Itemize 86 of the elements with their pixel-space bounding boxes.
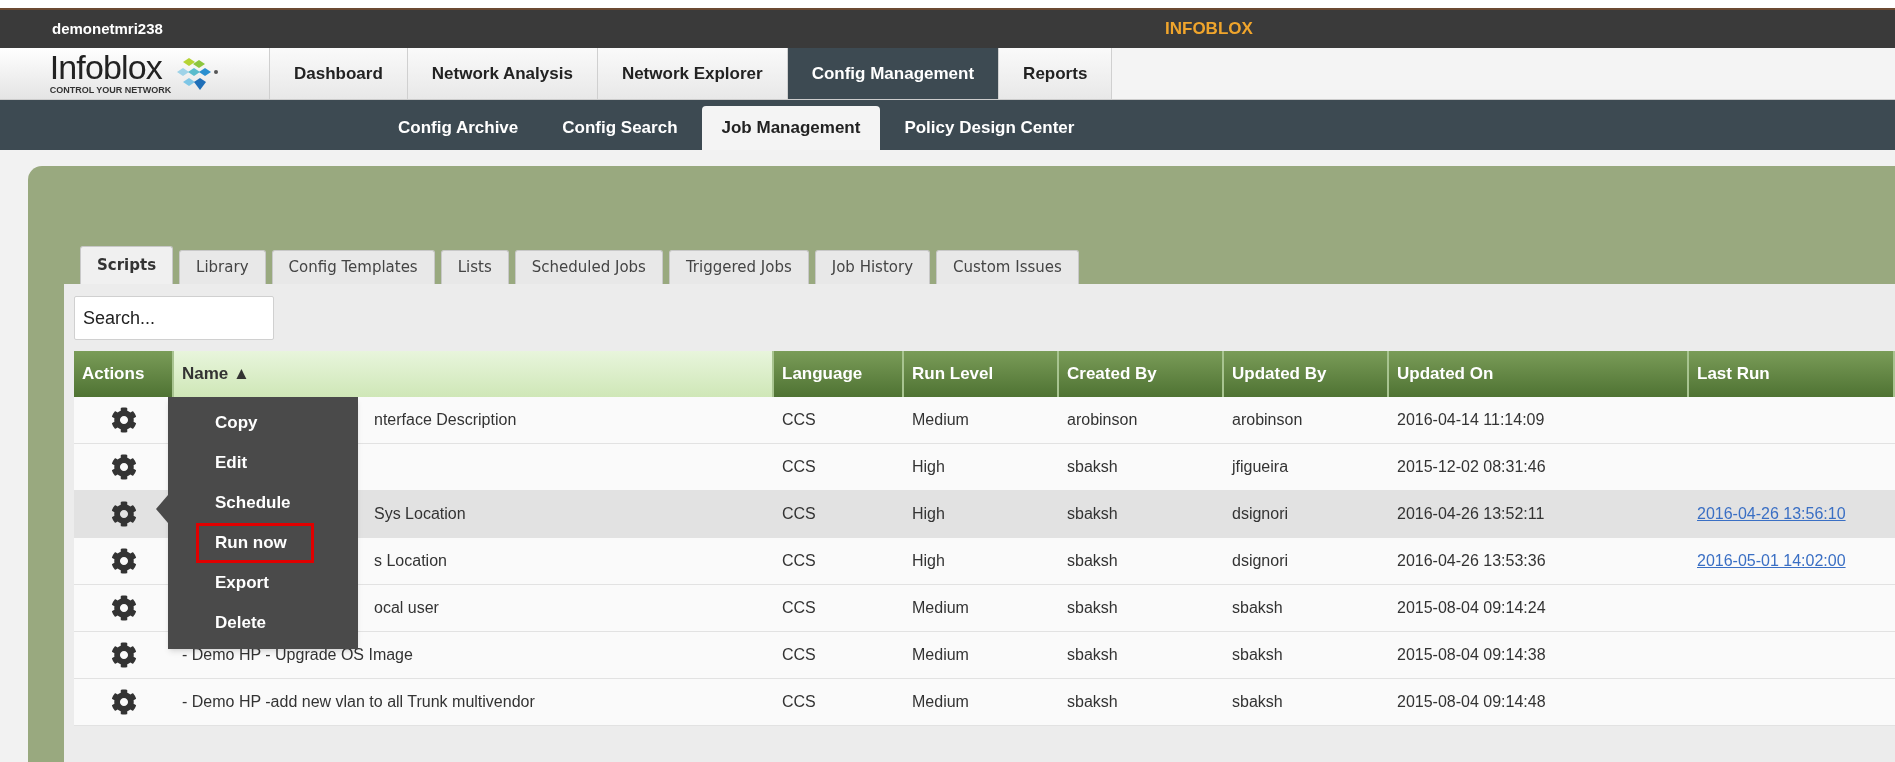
column-header[interactable]: Updated By [1224, 351, 1389, 397]
gear-icon[interactable] [111, 595, 137, 621]
table-cell: 2015-08-04 09:14:48 [1397, 693, 1546, 710]
table-cell: 2016-04-26 13:53:36 [1397, 552, 1546, 569]
gear-icon[interactable] [111, 548, 137, 574]
app-title: INFOBLOX [1165, 18, 1253, 41]
search-field[interactable]: Search... [74, 296, 274, 340]
tab[interactable]: Lists [440, 250, 509, 284]
main-nav-tab[interactable]: Reports [999, 48, 1113, 99]
table-cell: 2015-12-02 08:31:46 [1397, 458, 1546, 475]
name-cell-text: ocal user [373, 598, 440, 618]
table-cell: 2016-04-26 13:52:11 [1397, 505, 1545, 522]
table-cell: CCS [782, 411, 816, 428]
table-cell: CCS [782, 552, 816, 569]
table-cell: CCS [782, 599, 816, 616]
table-cell: 2015-08-04 09:14:24 [1397, 599, 1546, 616]
name-cell-text: nterface Description [373, 410, 518, 430]
last-run-link[interactable]: 2016-04-26 13:56:10 [1697, 505, 1846, 522]
table-cell: CCS [782, 693, 816, 710]
column-header[interactable]: Updated On [1389, 351, 1689, 397]
table-cell: Medium [912, 599, 969, 616]
table-cell: dsignori [1232, 552, 1289, 569]
table-cell: Medium [912, 411, 969, 428]
column-header[interactable]: Name ▲ [174, 351, 774, 397]
table-cell: arobinson [1232, 411, 1303, 428]
last-run-link[interactable]: 2016-05-01 14:02:00 [1697, 552, 1846, 569]
main-nav-tab[interactable]: Network Analysis [407, 48, 598, 99]
table-cell: sbaksh [1232, 693, 1283, 710]
main-nav-tab[interactable]: Config Management [787, 48, 1000, 99]
main-nav-tab[interactable]: Dashboard [270, 48, 408, 99]
hostname: demonetmri238 [52, 18, 163, 39]
table-cell: arobinson [1067, 411, 1138, 428]
table-cell: CCS [782, 646, 816, 663]
table-cell: High [912, 552, 945, 569]
logo-tagline: CONTROL YOUR NETWORK [49, 83, 172, 97]
tab[interactable]: Job History [814, 250, 930, 284]
table-cell: sbaksh [1232, 646, 1283, 663]
column-header[interactable]: Run Level [904, 351, 1059, 397]
menu-item[interactable]: Schedule [196, 483, 314, 523]
name-cell-text: - Demo HP -add new vlan to all Trunk multivendor [181, 692, 536, 712]
tab[interactable]: Scripts [80, 246, 174, 284]
cubes-logo-icon [175, 55, 220, 92]
tab[interactable]: Triggered Jobs [668, 250, 809, 284]
table-cell: sbaksh [1232, 599, 1283, 616]
table-cell: Medium [912, 693, 969, 710]
table-cell: sbaksh [1067, 693, 1118, 710]
tab[interactable]: Library [179, 250, 266, 284]
table-cell: sbaksh [1067, 458, 1118, 475]
menu-item[interactable]: Run now [196, 523, 314, 563]
menu-item[interactable]: Edit [196, 443, 314, 483]
column-header[interactable]: Last Run [1689, 351, 1895, 397]
gear-icon[interactable] [111, 642, 137, 668]
gear-icon[interactable] [111, 454, 137, 480]
table-cell: Medium [912, 646, 969, 663]
table-cell: dsignori [1232, 505, 1289, 522]
menu-item[interactable]: Delete [196, 603, 314, 643]
table-cell: CCS [782, 458, 816, 475]
menu-item[interactable]: Export [196, 563, 314, 603]
table-cell: High [912, 505, 945, 522]
sub-nav-tab[interactable]: Policy Design Center [884, 106, 1095, 150]
gear-icon[interactable] [111, 501, 137, 527]
sub-nav-tab[interactable]: Job Management [701, 106, 881, 150]
tab[interactable]: Config Templates [271, 250, 435, 284]
table-cell: sbaksh [1067, 646, 1118, 663]
tab[interactable]: Scheduled Jobs [514, 250, 663, 284]
table-cell: 2015-08-04 09:14:38 [1397, 646, 1546, 663]
table-cell: CCS [782, 505, 816, 522]
table-cell: jfigueira [1232, 458, 1289, 475]
table-cell: sbaksh [1067, 552, 1118, 569]
main-nav-tab[interactable]: Network Explorer [597, 48, 788, 99]
column-header[interactable]: Created By [1059, 351, 1224, 397]
sub-nav-tab[interactable]: Config Search [542, 106, 698, 150]
column-header[interactable]: Actions [74, 351, 174, 397]
table-cell: 2016-04-14 11:14:09 [1397, 411, 1545, 428]
sub-nav-tab[interactable]: Config Archive [378, 106, 539, 150]
name-cell-text: Sys Location [373, 504, 467, 524]
logo-wordmark: Infoblox [49, 49, 163, 84]
gear-icon[interactable] [111, 407, 137, 433]
table-cell: High [912, 458, 945, 475]
column-header[interactable]: Language [774, 351, 904, 397]
table-cell: sbaksh [1067, 599, 1118, 616]
table-cell: sbaksh [1067, 505, 1118, 522]
menu-item[interactable]: Copy [196, 403, 314, 443]
name-cell-text: s Location [373, 551, 448, 571]
tab[interactable]: Custom Issues [936, 250, 1079, 284]
gear-icon[interactable] [111, 689, 137, 715]
